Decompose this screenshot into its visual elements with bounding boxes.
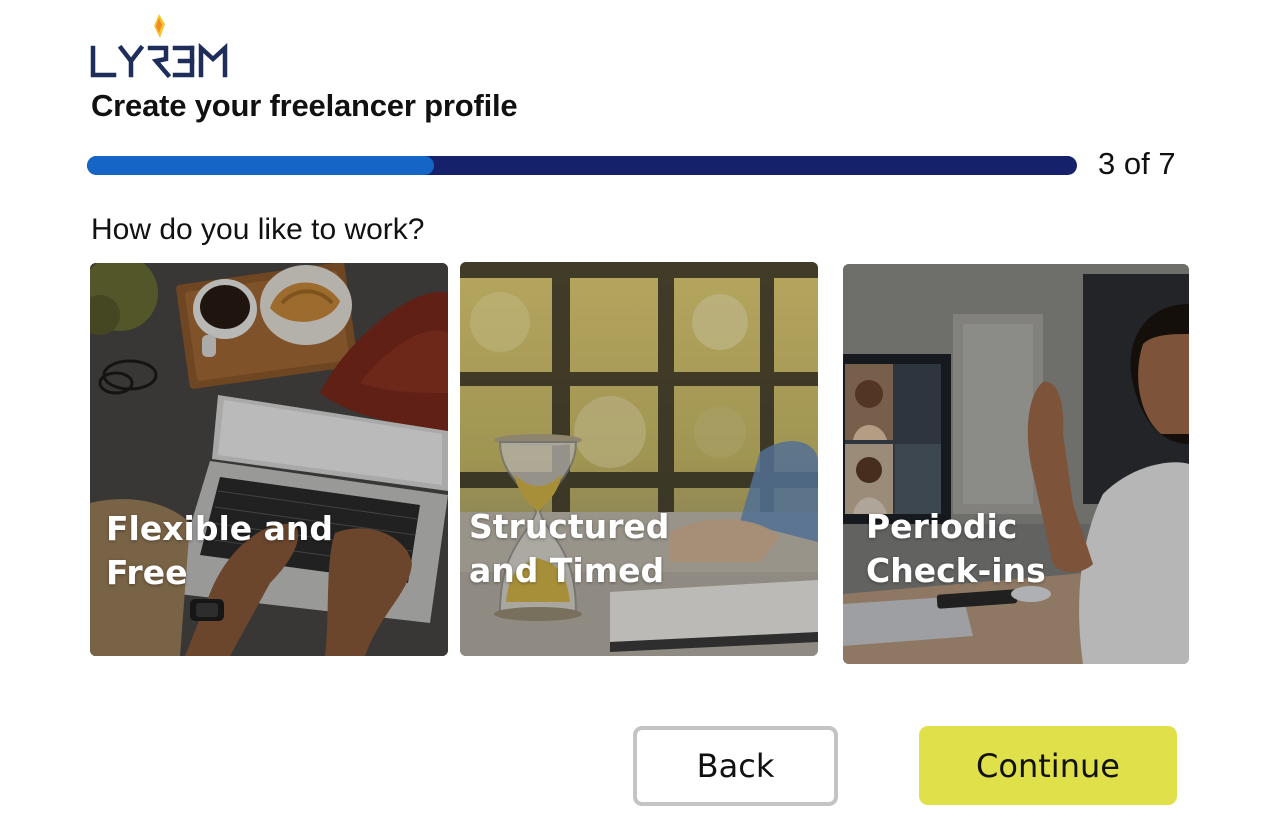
progress-bar: [87, 156, 1077, 175]
option-label-line: Check-ins: [866, 551, 1046, 590]
option-label-line: Flexible and: [106, 509, 334, 548]
option-card-flexible[interactable]: Flexible and Free: [90, 263, 448, 656]
card-overlay: [843, 264, 1189, 664]
option-label: Periodic Check-ins: [866, 505, 1186, 593]
card-overlay: [90, 263, 448, 656]
option-label: Flexible and Free: [106, 507, 426, 595]
profile-setup-page: Create your freelancer profile 3 of 7 Ho…: [0, 0, 1280, 832]
option-label-line: Structured: [469, 507, 670, 546]
option-label-line: and Timed: [469, 551, 665, 590]
question-text: How do you like to work?: [91, 213, 425, 246]
continue-button[interactable]: Continue: [919, 726, 1177, 805]
option-label: Structured and Timed: [469, 505, 789, 593]
option-card-structured[interactable]: Structured and Timed: [460, 262, 818, 656]
option-label-line: Periodic: [866, 507, 1018, 546]
progress-fill: [87, 156, 434, 175]
brand-logo: [90, 14, 228, 79]
page-title: Create your freelancer profile: [91, 88, 518, 123]
option-card-periodic[interactable]: Periodic Check-ins: [843, 264, 1189, 664]
progress-step-label: 3 of 7: [1098, 146, 1176, 181]
option-label-line: Free: [106, 553, 188, 592]
back-button[interactable]: Back: [633, 726, 838, 806]
card-overlay: [460, 262, 818, 656]
